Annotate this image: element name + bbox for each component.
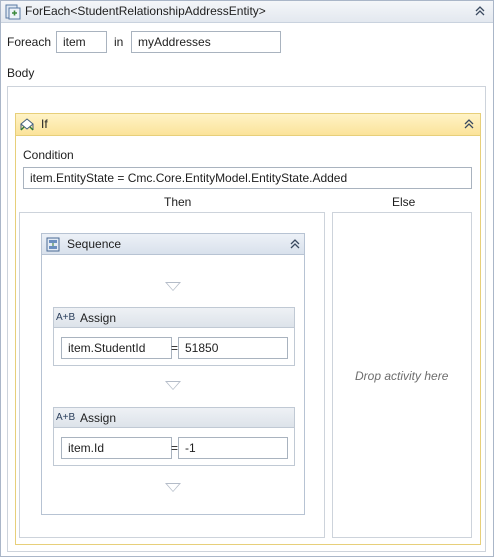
in-label: in xyxy=(114,35,124,49)
sequence-activity[interactable]: Sequence A+B Assign item.StudentId = 518… xyxy=(41,233,305,515)
drop-target-arrow-icon[interactable] xyxy=(165,483,181,492)
assign-activity-1[interactable]: A+B Assign item.StudentId = 51850 xyxy=(53,307,295,366)
drop-target-arrow-icon[interactable] xyxy=(165,381,181,390)
foreach-header[interactable]: ForEach<StudentRelationshipAddressEntity… xyxy=(1,1,493,23)
assign-title: Assign xyxy=(80,411,117,425)
assign-to-input[interactable]: item.Id xyxy=(61,437,172,459)
assign-title: Assign xyxy=(80,311,117,325)
assign-icon: A+B xyxy=(56,312,76,323)
foreach-title: ForEach<StudentRelationshipAddressEntity… xyxy=(25,4,266,18)
collapse-if-button[interactable] xyxy=(462,118,476,132)
if-icon xyxy=(20,118,34,131)
sequence-title: Sequence xyxy=(67,237,122,251)
assign-header[interactable]: A+B Assign xyxy=(54,408,294,428)
if-title: If xyxy=(41,117,48,131)
else-branch[interactable]: Drop activity here xyxy=(332,212,472,538)
else-label: Else xyxy=(392,195,416,209)
assign-header[interactable]: A+B Assign xyxy=(54,308,294,328)
equals-label: = xyxy=(171,341,179,355)
condition-input[interactable]: item.EntityState = Cmc.Core.EntityModel.… xyxy=(23,167,472,189)
assign-icon: A+B xyxy=(56,412,76,423)
double-chevron-up-icon xyxy=(475,6,485,16)
body-label: Body xyxy=(7,66,35,80)
collapse-foreach-button[interactable] xyxy=(473,5,487,19)
sequence-icon xyxy=(46,237,60,252)
foreach-label: Foreach xyxy=(7,35,52,49)
foreach-icon xyxy=(5,4,21,20)
double-chevron-up-icon xyxy=(290,239,300,249)
drop-activity-hint: Drop activity here xyxy=(355,369,449,383)
assign-to-input[interactable]: item.StudentId xyxy=(61,337,172,359)
collection-input[interactable]: myAddresses xyxy=(131,31,281,53)
if-header[interactable]: If xyxy=(16,114,480,136)
item-variable-input[interactable]: item xyxy=(56,31,107,53)
then-label: Then xyxy=(164,195,192,209)
drop-target-arrow-icon[interactable] xyxy=(165,282,181,291)
equals-label: = xyxy=(171,441,179,455)
sequence-header[interactable]: Sequence xyxy=(42,234,304,255)
collapse-sequence-button[interactable] xyxy=(288,238,302,252)
double-chevron-up-icon xyxy=(464,119,474,129)
assign-activity-2[interactable]: A+B Assign item.Id = -1 xyxy=(53,407,295,466)
condition-label: Condition xyxy=(23,148,74,162)
assign-value-input[interactable]: 51850 xyxy=(178,337,288,359)
assign-value-input[interactable]: -1 xyxy=(178,437,288,459)
